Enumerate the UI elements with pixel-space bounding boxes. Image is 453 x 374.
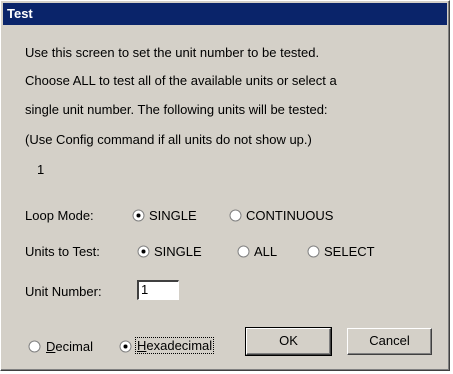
instruction-line-2: Choose ALL to test all of the available …: [25, 73, 337, 88]
hexadecimal-label-rest: exadecimal: [146, 338, 213, 353]
instruction-line-4: (Use Config command if all units do not …: [25, 132, 312, 147]
loop-mode-single-radio[interactable]: [132, 209, 145, 222]
units-single-radio[interactable]: [137, 245, 150, 258]
cancel-button[interactable]: Cancel: [347, 328, 432, 355]
units-select-label[interactable]: SELECT: [324, 244, 375, 259]
units-all-label[interactable]: ALL: [254, 244, 277, 259]
window-title: Test: [7, 6, 33, 21]
decimal-mnemonic: D: [46, 339, 56, 354]
title-bar: Test: [3, 3, 447, 25]
unit-number-label: Unit Number:: [25, 284, 102, 299]
unit-number-input[interactable]: 1: [137, 280, 179, 300]
test-dialog: Test Use this screen to set the unit num…: [0, 0, 450, 371]
decimal-radio[interactable]: [28, 340, 41, 353]
loop-mode-continuous-label[interactable]: CONTINUOUS: [246, 208, 333, 223]
loop-mode-single-label[interactable]: SINGLE: [149, 208, 197, 223]
units-listed: 1: [37, 162, 45, 177]
decimal-label-rest: ecimal: [55, 339, 93, 354]
hexadecimal-mnemonic: H: [137, 338, 147, 353]
units-single-label[interactable]: SINGLE: [154, 244, 202, 259]
hexadecimal-radio[interactable]: [119, 340, 132, 353]
units-to-test-label: Units to Test:: [25, 244, 100, 259]
instruction-line-1: Use this screen to set the unit number t…: [25, 45, 320, 60]
loop-mode-continuous-radio[interactable]: [229, 209, 242, 222]
ok-button[interactable]: OK: [245, 327, 332, 356]
units-select-radio[interactable]: [307, 245, 320, 258]
instruction-line-3: single unit number. The following units …: [25, 102, 328, 117]
units-all-radio[interactable]: [237, 245, 250, 258]
decimal-label[interactable]: Decimal: [46, 339, 93, 354]
hexadecimal-label[interactable]: Hexadecimal: [135, 337, 215, 354]
loop-mode-label: Loop Mode:: [25, 208, 94, 223]
